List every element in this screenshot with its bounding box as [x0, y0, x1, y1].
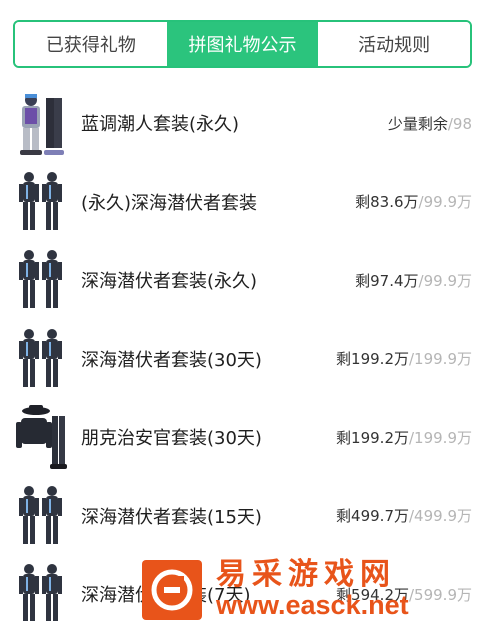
gift-remaining: 剩83.6万: [355, 193, 419, 212]
gift-row: 深海潜伏者套装(永久) 剩97.4万/99.9万: [0, 241, 489, 320]
watermark-text: 易采游戏网 www.easck.net: [216, 560, 409, 619]
gift-name: 深海潜伏者套装(30天): [81, 349, 262, 371]
gift-remaining: 剩199.2万: [336, 350, 409, 369]
gift-remaining: 剩199.2万: [336, 428, 409, 447]
gift-quantity: 剩83.6万/99.9万: [355, 191, 472, 212]
gift-name: 深海潜伏者套装(永久): [81, 271, 258, 293]
deep-sea-diver-outfit-icon: [19, 171, 62, 230]
site-watermark: 易采游戏网 www.easck.net: [142, 558, 482, 621]
gift-remaining: 剩97.4万: [355, 271, 419, 290]
watermark-url: www.easck.net: [216, 590, 409, 620]
deep-sea-diver-outfit-icon: [19, 250, 62, 309]
gift-name: (永久)深海潜伏者套装: [81, 192, 258, 214]
gift-quantity: 少量剩余/98: [388, 113, 472, 134]
gift-total: /199.9万: [409, 350, 472, 369]
tab-puzzle-gift-announcement[interactable]: 拼图礼物公示: [166, 22, 319, 66]
watermark-site-name: 易采游戏网: [216, 557, 396, 592]
gift-total: /499.9万: [409, 507, 472, 526]
gift-row: 朋克治安官套装(30天) 剩199.2万/199.9万: [0, 398, 489, 477]
gift-remaining: 少量剩余: [387, 114, 448, 133]
gift-quantity: 剩499.7万/499.9万: [336, 505, 472, 526]
gift-list: 蓝调潮人套装(永久) 少量剩余/98 (永久)深海潜伏者套装 剩83.6万/99…: [0, 84, 489, 621]
deep-sea-diver-outfit-icon: [19, 485, 62, 544]
gift-name: 朋克治安官套装(30天): [81, 428, 262, 450]
punk-sheriff-outfit-icon: [16, 405, 67, 470]
tab-received-gifts[interactable]: 已获得礼物: [15, 22, 167, 66]
gift-quantity: 剩97.4万/99.9万: [355, 270, 472, 291]
gift-total: /199.9万: [409, 428, 472, 447]
tab-bar: 已获得礼物 拼图礼物公示 活动规则: [13, 20, 472, 68]
gift-name: 深海潜伏者套装(15天): [81, 506, 262, 528]
gift-quantity: 剩199.2万/199.9万: [336, 348, 472, 369]
gift-row: (永久)深海潜伏者套装 剩83.6万/99.9万: [0, 163, 489, 242]
deep-sea-diver-outfit-icon: [19, 328, 62, 387]
gift-quantity: 剩199.2万/199.9万: [336, 427, 472, 448]
gift-total: /99.9万: [418, 271, 472, 290]
gift-row: 蓝调潮人套装(永久) 少量剩余/98: [0, 84, 489, 163]
gift-total: /99.9万: [418, 193, 472, 212]
tab-event-rules[interactable]: 活动规则: [318, 22, 470, 66]
watermark-logo-icon: [142, 559, 202, 620]
blue-trendy-outfit-icon: [20, 94, 64, 156]
gift-row: 深海潜伏者套装(15天) 剩499.7万/499.9万: [0, 477, 489, 556]
gift-name: 蓝调潮人套装(永久): [81, 114, 240, 136]
gift-remaining: 剩499.7万: [336, 507, 409, 526]
deep-sea-diver-outfit-icon: [19, 564, 62, 621]
gift-row: 深海潜伏者套装(30天) 剩199.2万/199.9万: [0, 320, 489, 399]
gift-total: /98: [447, 114, 472, 133]
